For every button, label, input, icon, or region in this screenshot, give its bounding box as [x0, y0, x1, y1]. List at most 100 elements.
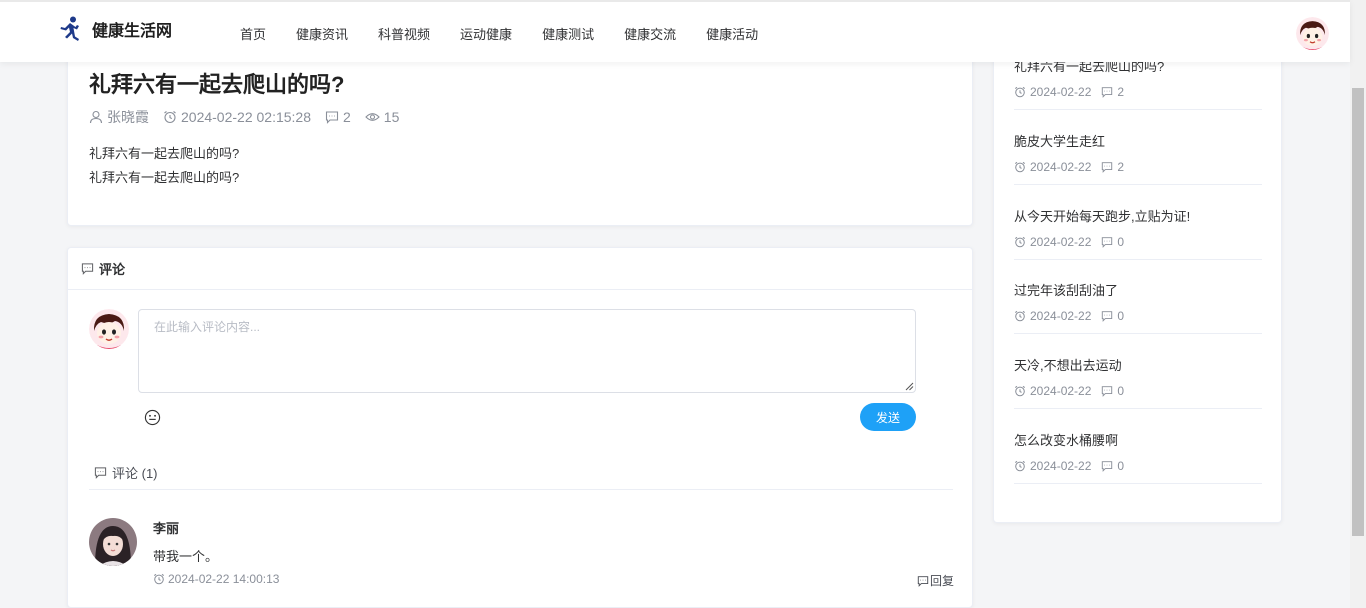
sidebar-post-title[interactable]: 天冷,不想出去运动: [1014, 355, 1262, 374]
comment-section-title: 评论: [99, 262, 126, 277]
divider: [89, 489, 953, 490]
nav-item-health-test[interactable]: 健康测试: [542, 24, 594, 43]
comment-icon: [1102, 386, 1113, 397]
article-body: 礼拜六有一起去爬山的吗? 礼拜六有一起去爬山的吗?: [89, 142, 239, 190]
sidebar-post[interactable]: 过完年该刮刮油了 2024-02-22 0: [1014, 280, 1262, 334]
sidebar-post[interactable]: 礼拜六有一起去爬山的吗? 2024-02-22 2: [1014, 56, 1262, 110]
comment-icon: [1102, 162, 1113, 173]
user-photo-icon: [89, 518, 137, 566]
alarm-clock-icon: [1014, 460, 1026, 472]
reply-button[interactable]: 回复: [917, 572, 954, 589]
comment-icon: [917, 575, 929, 587]
sidebar-post-title[interactable]: 怎么改变水桶腰啊: [1014, 430, 1262, 449]
send-button[interactable]: 发送: [860, 403, 916, 431]
resize-handle-icon[interactable]: [904, 381, 914, 391]
scrollbar-thumb[interactable]: [1352, 88, 1364, 536]
sidebar-post-date: 2024-02-22: [1030, 235, 1092, 249]
article-meta: 张晓霞 2024-02-22 02:15:28 2 15: [89, 107, 413, 127]
divider: [1014, 483, 1262, 484]
sidebar-post-title[interactable]: 脆皮大学生走红: [1014, 131, 1262, 150]
sidebar-post-comments: 0: [1117, 309, 1125, 323]
comment-input[interactable]: [138, 309, 916, 393]
sidebar-post-comments: 0: [1117, 459, 1125, 473]
commenter-name[interactable]: 李丽: [153, 518, 179, 537]
divider: [1014, 333, 1262, 334]
sidebar-post-comments: 0: [1117, 384, 1125, 398]
sidebar-post-date: 2024-02-22: [1030, 309, 1092, 323]
top-navbar: 健康生活网 首页 健康资讯 科普视频 运动健康 健康测试 健康交流 健康活动: [0, 0, 1350, 62]
alarm-clock-icon: [1014, 310, 1026, 322]
article-paragraph: 礼拜六有一起去爬山的吗?: [89, 170, 240, 185]
sidebar-post-meta: 2024-02-22 2: [1014, 160, 1262, 174]
sidebar-post[interactable]: 天冷,不想出去运动 2024-02-22 0: [1014, 355, 1262, 409]
sidebar-post-meta: 2024-02-22 0: [1014, 235, 1262, 249]
alarm-clock-icon: [153, 573, 165, 585]
cartoon-avatar-icon: [1296, 17, 1329, 50]
alarm-clock-icon: [1014, 161, 1026, 173]
comment-icon: [1102, 87, 1113, 98]
comment-count-text: 评论 (1): [112, 466, 158, 481]
cartoon-avatar-icon: [89, 309, 129, 349]
article-comments-value: 2: [343, 109, 351, 125]
comment-icon: [81, 263, 94, 275]
nav-item-videos[interactable]: 科普视频: [378, 24, 430, 43]
comment-count-label: 评论 (1): [94, 463, 158, 482]
alarm-clock-icon: [164, 111, 176, 124]
eye-icon: [365, 113, 380, 121]
sidebar-post-title[interactable]: 过完年该刮刮油了: [1014, 280, 1262, 299]
alarm-clock-icon: [1014, 236, 1026, 248]
sidebar-post-date: 2024-02-22: [1030, 160, 1092, 174]
alarm-clock-icon: [1014, 86, 1026, 98]
comment-section-header: 评论: [68, 248, 972, 290]
current-user-avatar: [89, 309, 129, 349]
nav-item-community[interactable]: 健康交流: [624, 24, 676, 43]
main-nav: 首页 健康资讯 科普视频 运动健康 健康测试 健康交流 健康活动: [240, 24, 788, 43]
article-author: 张晓霞: [89, 107, 149, 127]
comment-time-text: 2024-02-22 14:00:13: [168, 572, 280, 586]
page-scrollbar[interactable]: [1350, 0, 1366, 608]
user-icon: [89, 110, 103, 124]
sidebar-post-comments: 2: [1117, 160, 1125, 174]
comment-time: 2024-02-22 14:00:13: [153, 572, 279, 586]
nav-item-activities[interactable]: 健康活动: [706, 24, 758, 43]
sidebar-post-date: 2024-02-22: [1030, 85, 1092, 99]
divider: [1014, 184, 1262, 185]
sidebar-post-title[interactable]: 从今天开始每天跑步,立贴为证!: [1014, 206, 1262, 225]
user-avatar[interactable]: [1296, 17, 1329, 50]
divider: [1014, 259, 1262, 260]
nav-item-home[interactable]: 首页: [240, 24, 266, 43]
nav-item-sports[interactable]: 运动健康: [460, 24, 512, 43]
related-posts-sidebar: 礼拜六有一起去爬山的吗? 2024-02-22 2 脆皮大学生走红 2024-0…: [993, 20, 1282, 523]
article-view-count: 15: [365, 109, 400, 125]
sidebar-post-meta: 2024-02-22 2: [1014, 85, 1262, 99]
site-logo[interactable]: 健康生活网: [58, 16, 172, 42]
sidebar-post[interactable]: 脆皮大学生走红 2024-02-22 2: [1014, 131, 1262, 185]
sidebar-post-date: 2024-02-22: [1030, 384, 1092, 398]
comment-icon: [325, 111, 339, 124]
reply-label: 回复: [930, 574, 955, 588]
sidebar-post[interactable]: 怎么改变水桶腰啊 2024-02-22 0: [1014, 430, 1262, 484]
comment-text: 带我一个。: [153, 549, 219, 564]
comment-icon: [1102, 461, 1113, 472]
divider: [1014, 109, 1262, 110]
commenter-avatar[interactable]: [89, 518, 137, 566]
sidebar-post-comments: 2: [1117, 85, 1125, 99]
article-datetime: 2024-02-22 02:15:28: [163, 109, 311, 125]
sidebar-post-comments: 0: [1117, 235, 1125, 249]
article-author-name: 张晓霞: [107, 109, 149, 125]
comment-icon: [94, 467, 107, 479]
alarm-clock-icon: [1014, 385, 1026, 397]
comment-icon: [1102, 237, 1113, 248]
sidebar-post[interactable]: 从今天开始每天跑步,立贴为证! 2024-02-22 0: [1014, 206, 1262, 260]
divider: [1014, 408, 1262, 409]
article-title: 礼拜六有一起去爬山的吗?: [89, 72, 345, 97]
runner-logo-icon: [60, 16, 79, 41]
article-views-value: 15: [383, 109, 400, 125]
nav-item-health-news[interactable]: 健康资讯: [296, 24, 348, 43]
site-name: 健康生活网: [92, 23, 173, 40]
sidebar-post-date: 2024-02-22: [1030, 459, 1092, 473]
comment-icon: [1102, 311, 1113, 322]
sidebar-post-meta: 2024-02-22 0: [1014, 309, 1262, 323]
emoji-icon[interactable]: [144, 409, 161, 426]
sidebar-post-meta: 2024-02-22 0: [1014, 384, 1262, 398]
